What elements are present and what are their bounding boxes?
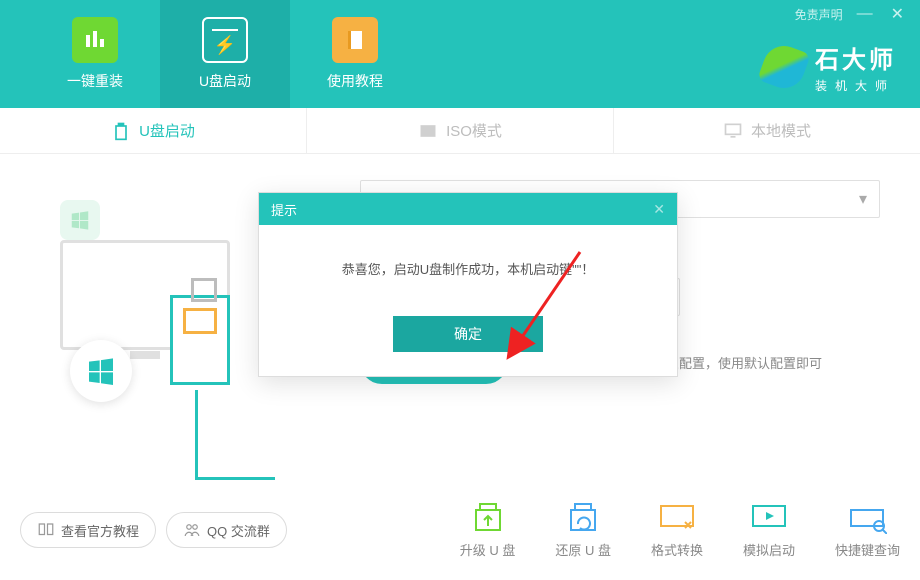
tab-iso[interactable]: ISO模式	[307, 108, 614, 153]
keyboard-icon	[847, 502, 887, 534]
usb-icon	[202, 17, 248, 63]
book-icon	[332, 17, 378, 63]
tab-usb-boot[interactable]: U盘启动	[0, 108, 307, 153]
windows-badge-small	[60, 200, 100, 240]
restore-usb-button[interactable]: 还原 U 盘	[555, 502, 611, 559]
nav-label: 使用教程	[327, 71, 383, 91]
brand-title: 石大师	[815, 40, 896, 75]
mode-tabs: U盘启动 ISO模式 本地模式	[0, 108, 920, 154]
disclaimer-link[interactable]: 免责声明	[795, 6, 843, 23]
nav-label: 一键重装	[67, 71, 123, 91]
upgrade-usb-button[interactable]: 升级 U 盘	[460, 502, 516, 559]
usb-icon	[111, 121, 131, 141]
link-label: 查看官方教程	[61, 521, 139, 540]
qq-group-link[interactable]: QQ 交流群	[166, 512, 287, 548]
window-controls: 免责声明 — ✕	[783, 0, 920, 28]
action-label: 模拟启动	[743, 540, 795, 559]
tab-local[interactable]: 本地模式	[614, 108, 920, 153]
app-header: 一键重装 U盘启动 使用教程 免责声明 — ✕ 石大师 装机大师	[0, 0, 920, 108]
action-label: 格式转换	[651, 540, 703, 559]
dialog-close-button[interactable]: ✕	[653, 201, 665, 218]
success-dialog: 提示 ✕ 恭喜您，启动U盘制作成功，本机启动键""！ 确定	[258, 192, 678, 377]
link-label: QQ 交流群	[207, 521, 270, 540]
chevron-down-icon: ▾	[859, 189, 867, 209]
minimize-button[interactable]: —	[853, 5, 877, 23]
book-open-icon	[37, 521, 55, 539]
dialog-ok-button[interactable]: 确定	[393, 316, 543, 352]
usb-up-icon	[468, 502, 508, 534]
format-convert-button[interactable]: 格式转换	[651, 502, 703, 559]
dialog-message: 恭喜您，启动U盘制作成功，本机启动键""！	[259, 225, 677, 298]
usb-illustration	[170, 295, 230, 385]
tab-label: 本地模式	[751, 120, 811, 141]
official-tutorial-link[interactable]: 查看官方教程	[20, 512, 156, 548]
usb-cable-illustration	[195, 390, 198, 480]
nav-usb-boot[interactable]: U盘启动	[160, 0, 290, 108]
nav-tutorial[interactable]: 使用教程	[290, 0, 420, 108]
brand-logo-icon	[763, 46, 805, 88]
illustration	[0, 200, 280, 490]
tab-label: ISO模式	[446, 120, 502, 141]
tab-label: U盘启动	[139, 120, 195, 141]
dialog-titlebar: 提示 ✕	[259, 193, 677, 225]
action-label: 快捷键查询	[835, 540, 900, 559]
bars-icon	[72, 17, 118, 63]
bottom-bar: 查看官方教程 QQ 交流群 升级 U 盘 还原 U 盘 格式转换 模拟启动 快捷…	[0, 480, 920, 580]
iso-icon	[418, 121, 438, 141]
close-button[interactable]: ✕	[887, 4, 908, 24]
action-label: 还原 U 盘	[555, 540, 611, 559]
main-nav: 一键重装 U盘启动 使用教程	[0, 0, 420, 108]
usb-refresh-icon	[563, 502, 603, 534]
format-icon	[657, 502, 697, 534]
dialog-title: 提示	[271, 200, 297, 219]
nav-label: U盘启动	[199, 71, 251, 91]
windows-badge-large	[70, 340, 132, 402]
simulate-boot-button[interactable]: 模拟启动	[743, 502, 795, 559]
people-icon	[183, 521, 201, 539]
nav-reinstall[interactable]: 一键重装	[30, 0, 160, 108]
action-label: 升级 U 盘	[460, 540, 516, 559]
brand-subtitle: 装机大师	[815, 77, 896, 94]
brand: 石大师 装机大师	[763, 40, 896, 94]
monitor-icon	[723, 121, 743, 141]
hotkey-query-button[interactable]: 快捷键查询	[835, 502, 900, 559]
play-icon	[749, 502, 789, 534]
